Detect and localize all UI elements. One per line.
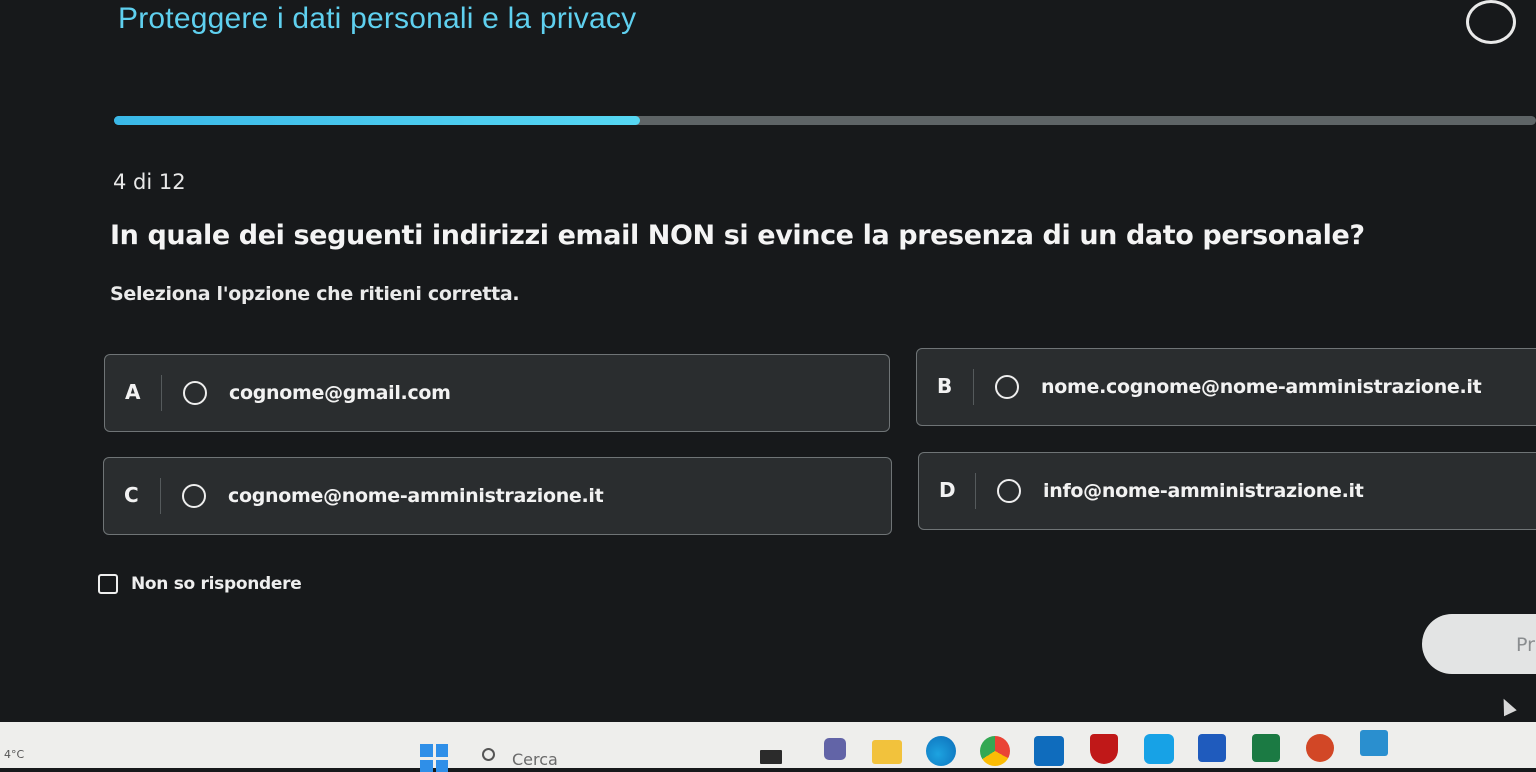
option-divider xyxy=(161,375,162,411)
option-divider xyxy=(973,369,974,405)
option-text: cognome@gmail.com xyxy=(229,382,451,404)
outlook-icon[interactable] xyxy=(1034,736,1064,766)
chrome-icon[interactable] xyxy=(980,736,1010,766)
radio-icon[interactable] xyxy=(997,479,1021,503)
edge-icon[interactable] xyxy=(926,736,956,766)
teams-icon[interactable] xyxy=(824,738,846,760)
option-letter: A xyxy=(125,380,141,404)
question-text: In quale dei seguenti indirizzi email NO… xyxy=(110,220,1365,251)
option-c[interactable]: C cognome@nome-amministrazione.it xyxy=(103,457,892,535)
taskbar: 4°C Cerca xyxy=(0,722,1536,772)
radio-icon[interactable] xyxy=(182,484,206,508)
file-explorer-icon[interactable] xyxy=(872,740,902,764)
excel-icon[interactable] xyxy=(1252,734,1280,762)
option-letter: B xyxy=(937,374,953,398)
radio-icon[interactable] xyxy=(183,381,207,405)
question-instruction: Seleziona l'opzione che ritieni corretta… xyxy=(110,283,520,305)
option-letter: D xyxy=(939,478,956,502)
mouse-cursor-icon xyxy=(1497,695,1517,717)
powerpoint-icon[interactable] xyxy=(1306,734,1334,762)
cortana-icon[interactable] xyxy=(1144,734,1174,764)
loading-spinner-icon xyxy=(1466,0,1516,44)
task-view-icon[interactable] xyxy=(760,750,782,764)
option-divider xyxy=(160,478,161,514)
weather-widget[interactable]: 4°C xyxy=(4,748,24,761)
option-a[interactable]: A cognome@gmail.com xyxy=(104,354,890,432)
dont-know-label: Non so rispondere xyxy=(131,574,302,594)
progress-bar xyxy=(114,116,1536,125)
option-text: info@nome-amministrazione.it xyxy=(1043,480,1364,502)
option-letter: C xyxy=(124,483,139,507)
quiz-title: Proteggere i dati personali e la privacy xyxy=(118,2,637,35)
dont-know-checkbox[interactable]: Non so rispondere xyxy=(98,572,302,596)
radio-icon[interactable] xyxy=(995,375,1019,399)
calendar-icon[interactable] xyxy=(1360,730,1388,756)
mcafee-icon[interactable] xyxy=(1090,734,1118,764)
option-divider xyxy=(975,473,976,509)
taskbar-search-input[interactable]: Cerca xyxy=(512,750,558,769)
option-b[interactable]: B nome.cognome@nome-amministrazione.it xyxy=(916,348,1536,426)
option-text: nome.cognome@nome-amministrazione.it xyxy=(1041,376,1482,398)
question-counter: 4 di 12 xyxy=(113,170,186,194)
progress-bar-fill xyxy=(114,116,641,125)
next-button[interactable]: Pr xyxy=(1422,614,1536,674)
checkbox-icon[interactable] xyxy=(98,574,118,594)
word-icon[interactable] xyxy=(1198,734,1226,762)
option-text: cognome@nome-amministrazione.it xyxy=(228,485,604,507)
option-d[interactable]: D info@nome-amministrazione.it xyxy=(918,452,1536,530)
search-icon[interactable] xyxy=(482,748,495,761)
